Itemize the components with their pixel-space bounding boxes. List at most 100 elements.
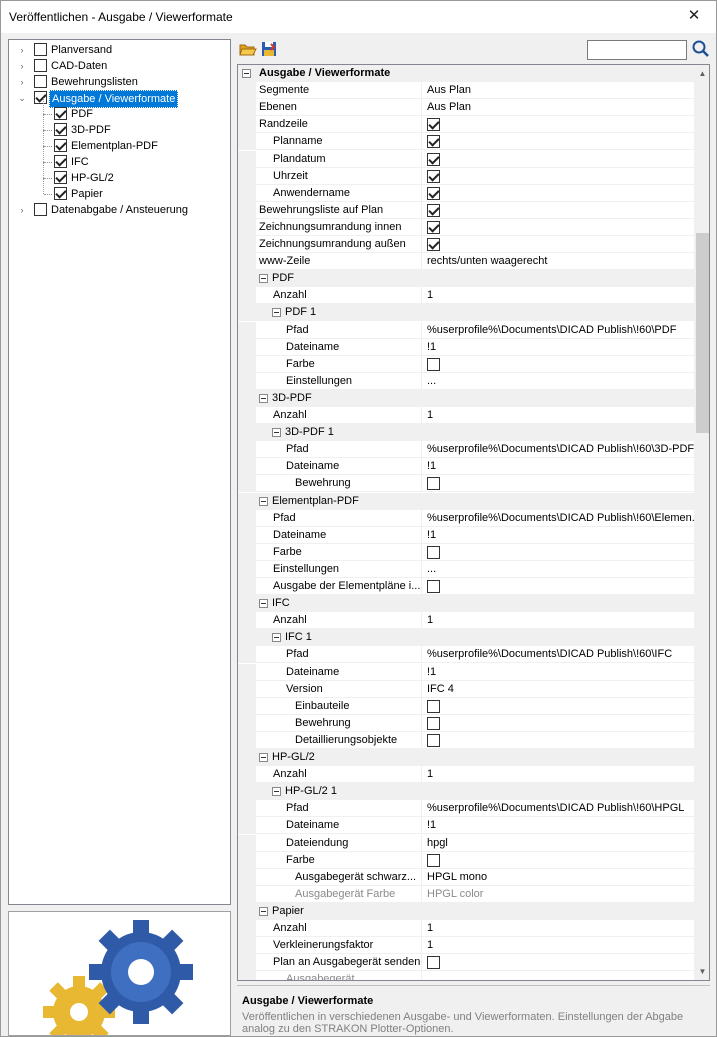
collapse-icon[interactable] xyxy=(259,753,268,762)
property-value[interactable] xyxy=(421,475,694,493)
property-value[interactable]: %userprofile%\Documents\DICAD Publish\!6… xyxy=(421,321,694,339)
tree-item-checkbox[interactable] xyxy=(34,59,47,72)
property-category[interactable]: HP-GL/2 1 xyxy=(238,783,694,801)
property-checkbox[interactable] xyxy=(427,580,440,593)
property-row[interactable]: Dateiendung hpgl xyxy=(238,834,694,852)
property-category[interactable]: PDF 1 xyxy=(238,304,694,322)
property-checkbox[interactable] xyxy=(427,186,440,200)
property-row[interactable]: Ausgabe der Elementpläne i... xyxy=(238,578,694,595)
property-row[interactable]: Bewehrung xyxy=(238,475,694,493)
close-icon[interactable]: ✕ xyxy=(672,1,716,31)
tree-item-checkbox[interactable] xyxy=(54,155,67,168)
scrollbar-thumb[interactable] xyxy=(696,233,709,433)
property-value[interactable]: 1 xyxy=(421,287,694,305)
property-row[interactable]: Einbauteile xyxy=(238,697,694,715)
property-value[interactable]: %userprofile%\Documents\DICAD Publish\!6… xyxy=(421,441,694,459)
property-value[interactable] xyxy=(421,167,694,185)
property-category[interactable]: HP-GL/2 xyxy=(238,749,694,766)
collapse-icon[interactable] xyxy=(272,633,281,643)
property-value[interactable] xyxy=(421,116,694,134)
property-value[interactable]: %userprofile%\Documents\DICAD Publish\!6… xyxy=(421,800,694,818)
scroll-up-icon[interactable]: ▲ xyxy=(694,65,709,82)
property-row[interactable]: Ausgabegerät xyxy=(238,971,694,980)
property-row[interactable]: Farbe xyxy=(238,355,694,373)
collapse-icon[interactable] xyxy=(272,308,281,318)
tree-item-checkbox[interactable] xyxy=(54,171,67,184)
property-category[interactable]: 3D-PDF 1 xyxy=(238,424,694,442)
property-row[interactable]: Dateiname !1 xyxy=(238,526,694,544)
property-row[interactable]: Pfad %userprofile%\Documents\DICAD Publis… xyxy=(238,646,694,664)
tree-item[interactable]: 3D-PDF xyxy=(9,114,229,138)
property-row[interactable]: Pfad %userprofile%\Documents\DICAD Publis… xyxy=(238,509,694,527)
property-row[interactable]: Anzahl 1 xyxy=(238,766,694,784)
property-category[interactable]: IFC xyxy=(238,595,694,613)
property-row[interactable]: Bewehrungsliste auf Plan xyxy=(238,201,694,219)
property-value[interactable] xyxy=(421,218,694,236)
tree-item-checkbox[interactable] xyxy=(34,75,47,88)
collapse-icon[interactable] xyxy=(259,906,268,916)
property-value[interactable] xyxy=(421,578,694,595)
property-value[interactable]: 1 xyxy=(421,612,694,630)
property-value[interactable]: !1 xyxy=(421,458,694,476)
property-checkbox[interactable] xyxy=(427,357,440,371)
category-tree[interactable]: › Planversand › CAD-Daten › Bewehrungslisten ⌄… xyxy=(8,39,231,905)
property-value[interactable] xyxy=(421,184,694,202)
collapse-icon[interactable] xyxy=(259,496,268,506)
property-category[interactable]: Ausgabe / Viewerformate xyxy=(238,65,694,82)
property-checkbox[interactable] xyxy=(427,169,440,183)
search-icon[interactable] xyxy=(691,39,711,59)
property-row[interactable]: Plan an Ausgabegerät senden xyxy=(238,954,694,972)
property-row[interactable]: Segmente Aus Plan xyxy=(238,82,694,100)
property-row[interactable]: Dateiname !1 xyxy=(238,458,694,476)
property-row[interactable]: Pfad %userprofile%\Documents\DICAD Publis… xyxy=(238,321,694,339)
property-row[interactable]: Detaillierungsobjekte xyxy=(238,731,694,749)
chevron-right-icon[interactable]: › xyxy=(17,42,27,58)
property-value[interactable]: ... xyxy=(421,560,694,578)
property-row[interactable]: Zeichnungsumrandung außen xyxy=(238,236,694,253)
tree-item[interactable]: Elementplan-PDF xyxy=(9,130,229,154)
tree-item-checkbox[interactable] xyxy=(54,187,67,200)
scroll-down-icon[interactable]: ▼ xyxy=(694,963,709,980)
property-row[interactable]: Dateiname !1 xyxy=(238,338,694,356)
property-value[interactable] xyxy=(421,355,694,373)
property-value[interactable]: !1 xyxy=(421,526,694,544)
property-row[interactable]: Farbe xyxy=(238,543,694,561)
property-value[interactable]: Aus Plan xyxy=(421,99,694,117)
collapse-icon[interactable] xyxy=(272,787,281,797)
property-row[interactable]: Verkleinerungsfaktor 1 xyxy=(238,937,694,955)
tree-item[interactable]: › CAD-Daten xyxy=(9,58,229,74)
property-row[interactable]: Uhrzeit xyxy=(238,167,694,185)
property-category[interactable]: Elementplan-PDF xyxy=(238,492,694,510)
search-input[interactable] xyxy=(587,40,687,60)
property-value[interactable]: HPGL mono xyxy=(421,868,694,886)
tree-item[interactable]: › Datenabgabe / Ansteuerung xyxy=(9,202,229,218)
property-row[interactable]: Randzeile xyxy=(238,116,694,134)
property-row[interactable]: Ausgabegerät Farbe HPGL color xyxy=(238,885,694,903)
property-checkbox[interactable] xyxy=(427,956,440,970)
property-value[interactable] xyxy=(421,697,694,715)
property-checkbox[interactable] xyxy=(427,733,440,747)
property-row[interactable]: Farbe xyxy=(238,851,694,869)
property-category[interactable]: IFC 1 xyxy=(238,629,694,647)
property-row[interactable]: Bewehrung xyxy=(238,714,694,732)
property-value[interactable] xyxy=(421,236,694,253)
property-value[interactable] xyxy=(421,971,694,980)
tree-item-checkbox[interactable] xyxy=(34,91,47,104)
property-value[interactable]: Aus Plan xyxy=(421,82,694,100)
tree-item[interactable]: › Planversand xyxy=(9,42,229,58)
property-value[interactable] xyxy=(421,150,694,168)
property-checkbox[interactable] xyxy=(427,238,440,251)
property-checkbox[interactable] xyxy=(427,203,440,217)
property-value[interactable]: IFC 4 xyxy=(421,680,694,698)
property-checkbox[interactable] xyxy=(427,716,440,730)
property-row[interactable]: Anzahl 1 xyxy=(238,407,694,424)
vertical-scrollbar[interactable]: ▲ ▼ xyxy=(694,65,709,980)
tree-item[interactable]: ⌄ Ausgabe / Viewerformate xyxy=(9,90,229,108)
property-row[interactable]: Ebenen Aus Plan xyxy=(238,99,694,117)
property-value[interactable] xyxy=(421,133,694,151)
chevron-down-icon[interactable]: ⌄ xyxy=(17,90,27,106)
property-row[interactable]: Anzahl 1 xyxy=(238,612,694,630)
collapse-icon[interactable] xyxy=(259,393,268,403)
property-checkbox[interactable] xyxy=(427,545,440,559)
property-value[interactable]: 1 xyxy=(421,407,694,424)
